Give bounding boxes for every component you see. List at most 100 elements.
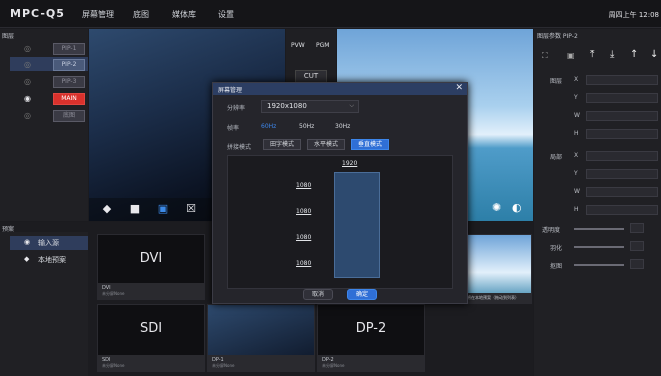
lock-icon[interactable]: ■ bbox=[129, 203, 141, 215]
local-y-label: Y bbox=[574, 170, 578, 177]
layer-row-pip-2[interactable]: ◎ PIP-2 bbox=[10, 58, 86, 72]
move-down-icon[interactable]: ↓ bbox=[650, 49, 658, 60]
eye-icon[interactable]: ◉ bbox=[24, 94, 34, 104]
menu-media-library[interactable]: 媒体库 bbox=[172, 9, 196, 20]
layer-w-input[interactable] bbox=[586, 111, 658, 121]
screen-icon[interactable]: ▣ bbox=[157, 203, 169, 215]
move-up-icon[interactable]: ↑ bbox=[630, 49, 638, 60]
keying-slider[interactable] bbox=[574, 264, 624, 266]
mode-horizontal[interactable]: 水平模式 bbox=[307, 139, 345, 150]
row-height-3: 1080 bbox=[296, 234, 312, 241]
dialog-title: 屏幕管理 bbox=[218, 87, 243, 94]
width-label: 1920 bbox=[342, 160, 358, 167]
layer-tag: PIP-1 bbox=[53, 43, 85, 55]
cancel-button[interactable]: 取消 bbox=[303, 289, 333, 300]
contrast-icon[interactable]: ◐ bbox=[512, 201, 522, 214]
menu-settings[interactable]: 设置 bbox=[218, 9, 234, 20]
dialog-header: 屏幕管理 ✕ bbox=[213, 83, 467, 95]
menu-screen-management[interactable]: 屏幕管理 bbox=[82, 9, 114, 20]
thumb-caption: DP-1 未分屏None bbox=[208, 355, 314, 371]
keying-value[interactable] bbox=[630, 259, 644, 269]
thumb-caption: SDI 未分屏None bbox=[98, 355, 204, 371]
feather-slider[interactable] bbox=[574, 246, 624, 248]
close-icon[interactable]: ✕ bbox=[455, 83, 463, 93]
thumb-beach[interactable]: 将在本地预案（拖动到列表） bbox=[462, 234, 532, 304]
eye-icon[interactable]: ◎ bbox=[24, 44, 34, 54]
source-input[interactable]: ◉ 输入源 bbox=[10, 238, 86, 252]
layers-title: 图层 bbox=[2, 33, 15, 40]
thumb-dvi[interactable]: DVI DVI 未分屏None bbox=[97, 234, 205, 300]
confirm-button[interactable]: 确定 bbox=[347, 289, 377, 300]
local-w-label: W bbox=[574, 188, 580, 195]
local-y-input[interactable] bbox=[586, 169, 658, 179]
source-input-label: 输入源 bbox=[38, 239, 59, 247]
layer-params-panel: 图层参数 PIP-2 ⛶ ▣ ⤒ ⤓ ↑ ↓ 图层 X Y W H 局部 X Y… bbox=[534, 29, 661, 376]
layer-h-label: H bbox=[574, 130, 579, 137]
thumb-big-label: DVI bbox=[139, 251, 163, 266]
opacity-label: 透明度 bbox=[542, 227, 561, 234]
eye-icon[interactable]: ◎ bbox=[24, 111, 34, 121]
layer-tag: PIP-2 bbox=[53, 59, 85, 71]
brightness-icon[interactable]: ✺ bbox=[492, 201, 501, 214]
local-x-label: X bbox=[574, 152, 579, 159]
screen-block[interactable] bbox=[334, 172, 380, 278]
layout-canvas: 1920 1080 1080 1080 1080 bbox=[227, 155, 453, 289]
move-top-icon[interactable]: ⤒ bbox=[590, 49, 594, 60]
layer-row-pip-3[interactable]: ◎ PIP-3 bbox=[10, 75, 86, 89]
layer-row-pip-1[interactable]: ◎ PIP-1 bbox=[10, 42, 86, 56]
layer-x-input[interactable] bbox=[586, 75, 658, 85]
splice-label: 拼接模式 bbox=[227, 144, 252, 151]
rate-60hz[interactable]: 60Hz bbox=[261, 123, 276, 130]
row-height-4: 1080 bbox=[296, 260, 312, 267]
row-height-2: 1080 bbox=[296, 208, 312, 215]
mode-grid[interactable]: 田字模式 bbox=[263, 139, 301, 150]
local-h-input[interactable] bbox=[586, 205, 658, 215]
full-icon[interactable]: ▣ bbox=[567, 51, 575, 60]
thumb-sdi[interactable]: SDI SDI 未分屏None bbox=[97, 304, 205, 372]
source-local-label: 本地预案 bbox=[38, 256, 66, 264]
thumb-caption: DP-2 未分屏None bbox=[318, 355, 424, 371]
opacity-slider[interactable] bbox=[574, 228, 624, 230]
thumb-dp-2[interactable]: DP-2 DP-2 未分屏None bbox=[317, 304, 425, 372]
move-bottom-icon[interactable]: ⤓ bbox=[610, 49, 614, 60]
thumb-dp-1[interactable]: DP-1 未分屏None bbox=[207, 304, 315, 372]
params-title: 图层参数 PIP-2 bbox=[537, 33, 578, 40]
layer-y-label: Y bbox=[574, 94, 578, 101]
layer-tag-main: MAIN bbox=[53, 93, 85, 105]
layer-row-background[interactable]: ◎ 底图 bbox=[10, 109, 86, 123]
resolution-select[interactable]: 1920x1080 ⌵ bbox=[261, 100, 359, 113]
local-section-label: 局部 bbox=[550, 154, 563, 161]
rate-30hz[interactable]: 30Hz bbox=[335, 123, 350, 130]
resolution-label: 分辨率 bbox=[227, 105, 246, 112]
feather-value[interactable] bbox=[630, 241, 644, 251]
layer-h-input[interactable] bbox=[586, 129, 658, 139]
resolution-value: 1920x1080 bbox=[267, 102, 307, 110]
close-layer-icon[interactable]: ☒ bbox=[185, 203, 197, 215]
thumb-caption: DVI 未分屏None bbox=[98, 283, 204, 299]
layer-w-label: W bbox=[574, 112, 580, 119]
thumb-big-label: SDI bbox=[139, 321, 163, 336]
eye-icon[interactable]: ◎ bbox=[24, 77, 34, 87]
local-h-label: H bbox=[574, 206, 579, 213]
source-local-preset[interactable]: ◆ 本地预案 bbox=[10, 255, 86, 269]
source-list bbox=[0, 232, 88, 376]
layers-icon[interactable]: ◆ bbox=[101, 203, 113, 215]
local-w-input[interactable] bbox=[586, 187, 658, 197]
opacity-value[interactable] bbox=[630, 223, 644, 233]
feather-label: 羽化 bbox=[550, 245, 563, 252]
layers-icon: ◆ bbox=[24, 255, 30, 263]
layer-y-input[interactable] bbox=[586, 93, 658, 103]
row-height-1: 1080 bbox=[296, 182, 312, 189]
thumb-big-label: DP-2 bbox=[355, 321, 387, 336]
local-x-input[interactable] bbox=[586, 151, 658, 161]
layer-tag: 底图 bbox=[53, 110, 85, 122]
eye-icon[interactable]: ◎ bbox=[24, 60, 34, 70]
layer-row-main[interactable]: ◉ MAIN bbox=[10, 92, 86, 106]
app-title: MPC-Q5 bbox=[10, 7, 65, 20]
fit-icon[interactable]: ⛶ bbox=[542, 51, 548, 61]
rate-50hz[interactable]: 50Hz bbox=[299, 123, 314, 130]
pgm-label: PGM bbox=[316, 42, 330, 49]
menu-background[interactable]: 底图 bbox=[133, 9, 149, 20]
clock: 周四上午 12:08 bbox=[608, 11, 659, 19]
mode-vertical[interactable]: 垂直模式 bbox=[351, 139, 389, 150]
